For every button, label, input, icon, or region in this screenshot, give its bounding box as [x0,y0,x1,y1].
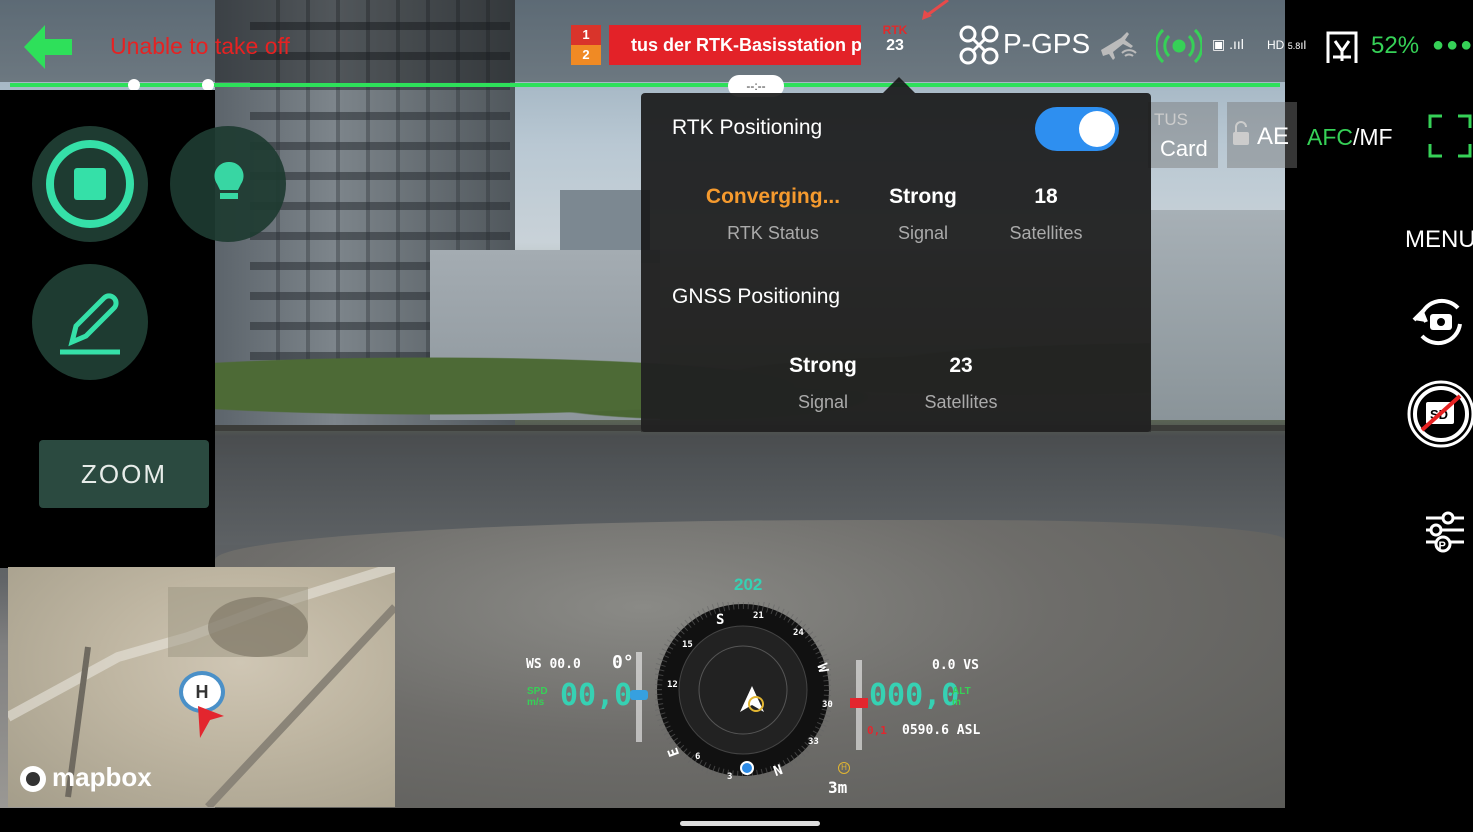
rtk-signal-label: Signal [897,223,949,243]
rtk-toggle-thumb [1079,111,1115,147]
rtk-signal-value: Strong [889,185,957,208]
sd-card-disabled-icon[interactable]: SD [1406,374,1473,454]
rtk-signal-stat: Strong Signal [873,185,973,244]
signal-bars-icon: .ııl [1229,36,1244,52]
ae-lock-label[interactable]: AE [1257,123,1289,151]
altitude-asl: 0590.6 ASL [902,723,981,738]
gnss-satellites-value: 23 [949,354,973,377]
compass-tick-12: 12 [667,680,678,690]
aircraft-heading-icon [737,684,767,716]
plane-signal-icon [1097,26,1141,66]
rtk-satellites-label: Satellites [1009,223,1083,243]
compass-tick-3: 3 [727,772,733,782]
focus-mode[interactable]: AFC/MF [1307,124,1393,151]
altitude-offset: 0,1 [867,724,887,737]
gnss-satellites-label: Satellites [924,392,998,412]
compass-tick-21: 21 [753,611,764,621]
compass-tick-24: 24 [793,628,804,638]
flight-mode[interactable]: P-GPS [1003,28,1090,60]
horizontal-speed: 00,0 [560,678,633,713]
rtk-status-label: RTK Status [727,223,819,243]
altitude-unit: ALT m [952,686,971,708]
error-count-1: 1 [571,25,601,45]
speed-gauge-pointer [630,690,648,700]
camera-status-label: TUS [1154,110,1188,129]
drone-icon [958,24,1000,66]
back-arrow-icon[interactable] [20,22,76,72]
speed-unit: SPD m/s [527,686,548,708]
rtk-label: RTK [882,23,908,37]
signal-bars-icon-2: ıl [1300,38,1307,52]
spotlight-button[interactable] [170,126,286,242]
compass-tick-33: 33 [808,737,819,747]
zoom-button[interactable]: ZOOM [39,440,209,508]
video-link-label: HD 5.8ıl [1267,38,1307,52]
storage-label: Card [1160,136,1208,161]
battery-percent: 52% [1371,32,1420,59]
rtk-popover: RTK Positioning Converging... RTK Status… [641,93,1151,432]
focus-frame-icon[interactable] [1428,114,1472,158]
rtk-positioning-title: RTK Positioning [672,116,823,139]
error-ticker[interactable]: tus der RTK-Basisstation pr [609,25,861,65]
gnss-section: GNSS Positioning Strong Signal 23 Satell… [641,263,1151,432]
svg-text:P: P [1439,540,1446,552]
progress-track [10,83,1280,87]
vertical-speed: 0.0 VS [932,658,979,673]
lock-icon [1232,121,1250,147]
camera-status-box[interactable]: TUS Card [1148,102,1218,168]
takeoff-warning: Unable to take off [110,33,290,59]
rtk-satellites-stat: 18 Satellites [996,185,1096,244]
error-count-2: 2 [571,45,601,65]
compass-tick-15: 15 [682,640,693,650]
mapbox-logo: mapbox [18,762,188,796]
remote-link-icon [1154,24,1204,68]
gnss-positioning-title: GNSS Positioning [672,285,841,308]
rtk-indicator[interactable]: RTK 23 [870,23,920,71]
gnss-signal-stat: Strong Signal [773,354,873,413]
wind-speed: WS 00.0 [526,657,581,672]
rtk-status-stat: Converging... RTK Status [693,185,853,244]
rtk-toggle[interactable] [1035,107,1119,151]
gimbal-pitch: 0° [612,652,634,673]
altitude: 000,0 [869,678,960,713]
building-right [1150,210,1285,420]
camera-switch-icon[interactable] [1408,290,1473,354]
rc-icon: ▣ [1212,36,1226,52]
rtk-status-value: Converging... [705,185,841,208]
compass-label-s: S [716,612,725,628]
home-distance: 3m [828,778,848,797]
stop-button[interactable] [32,126,148,242]
rtk-satellites-value: 18 [1034,185,1058,208]
video-signal-bars: ▣ .ııl [1212,36,1244,53]
home-direction-dot [740,761,754,775]
home-small-icon: H [838,762,850,774]
home-indicator[interactable] [680,821,820,826]
gnss-signal-label: Signal [797,392,849,412]
rtk-satellite-count: 23 [886,37,904,54]
popover-caret [883,77,915,93]
parameters-sliders-icon[interactable]: P [1420,508,1470,556]
edit-pencil-button[interactable] [32,264,148,380]
compass-tick-30: 30 [822,700,833,710]
altitude-gauge-pointer [850,698,868,708]
compass-tick-6: 6 [695,752,701,762]
error-count-badge[interactable]: 1 2 [571,25,601,65]
drone-position-icon [194,700,228,740]
heading-readout: 202 [734,575,763,594]
more-status-dots[interactable]: ●●● [1432,34,1473,57]
mapbox-brand-text: mapbox [52,762,152,792]
rtk-section: RTK Positioning Converging... RTK Status… [641,93,1151,263]
annotation-arrow-icon [918,0,954,22]
gnss-signal-value: Strong [789,354,857,377]
battery-icon [1325,27,1359,65]
gnss-satellites-stat: 23 Satellites [911,354,1011,413]
menu-button[interactable]: MENU [1405,226,1473,254]
